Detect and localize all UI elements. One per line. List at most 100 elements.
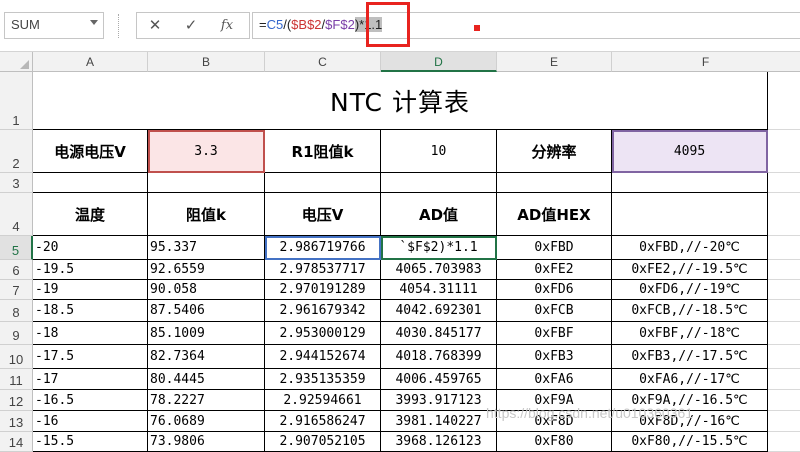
table-cell[interactable]: 2.92594661 xyxy=(265,390,381,411)
table-cell[interactable]: 0xFE2,//-19.5℃ xyxy=(612,260,768,280)
table-cell[interactable]: 0xFBF,//-18℃ xyxy=(612,322,768,345)
table-cell[interactable]: 0xFD6 xyxy=(497,280,612,300)
active-cell-d5[interactable]: `$F$2)*1.1 xyxy=(381,236,497,260)
empty-cell[interactable] xyxy=(768,390,800,411)
empty-cell[interactable] xyxy=(768,193,800,236)
table-header-cell[interactable]: 阻值k xyxy=(148,193,265,236)
row-header-4[interactable]: 4 xyxy=(0,193,33,236)
table-cell[interactable]: 0xFCB,//-18.5℃ xyxy=(612,300,768,322)
param-label-resolution[interactable]: 分辨率 xyxy=(497,130,612,173)
sheet-title[interactable]: NTC 计算表 xyxy=(33,72,768,130)
empty-cell[interactable] xyxy=(768,369,800,390)
table-cell[interactable]: 82.7364 xyxy=(148,345,265,369)
row-header-6[interactable]: 6 xyxy=(0,260,33,280)
table-cell[interactable]: 76.0689 xyxy=(148,411,265,432)
table-cell[interactable]: 3981.140227 xyxy=(381,411,497,432)
column-header-a[interactable]: A xyxy=(33,52,148,72)
empty-cell[interactable] xyxy=(768,130,800,173)
column-header-b[interactable]: B xyxy=(148,52,265,72)
table-cell[interactable]: 80.4445 xyxy=(148,369,265,390)
table-header-cell[interactable]: 电压V xyxy=(265,193,381,236)
row-header-2[interactable]: 2 xyxy=(0,130,33,173)
table-cell[interactable]: 0xFBF xyxy=(497,322,612,345)
empty-cell[interactable] xyxy=(497,173,612,193)
table-cell[interactable]: -20 xyxy=(33,236,148,260)
empty-cell[interactable] xyxy=(768,236,800,260)
row-header-10[interactable]: 10 xyxy=(0,345,33,369)
table-cell[interactable]: 4065.703983 xyxy=(381,260,497,280)
table-cell[interactable]: 0xFB3 xyxy=(497,345,612,369)
table-cell[interactable]: -18.5 xyxy=(33,300,148,322)
empty-cell[interactable] xyxy=(768,345,800,369)
table-cell[interactable]: 2.978537717 xyxy=(265,260,381,280)
table-cell[interactable]: 0xFB3,//-17.5℃ xyxy=(612,345,768,369)
table-cell[interactable]: 2.935135359 xyxy=(265,369,381,390)
table-cell[interactable]: 0xF80 xyxy=(497,432,612,452)
table-cell[interactable]: 92.6559 xyxy=(148,260,265,280)
table-cell[interactable]: 2.961679342 xyxy=(265,300,381,322)
param-value-r1[interactable]: 10 xyxy=(381,130,497,173)
empty-cell[interactable] xyxy=(768,322,800,345)
table-cell[interactable]: 85.1009 xyxy=(148,322,265,345)
empty-cell[interactable] xyxy=(148,173,265,193)
column-header-d[interactable]: D xyxy=(381,52,497,72)
param-label-voltage[interactable]: 电源电压V xyxy=(33,130,148,173)
insert-function-icon[interactable]: fx xyxy=(210,12,244,39)
table-cell[interactable]: 0xFBD xyxy=(497,236,612,260)
table-cell[interactable]: 4030.845177 xyxy=(381,322,497,345)
empty-cell[interactable] xyxy=(612,173,768,193)
table-cell[interactable]: 0xF80,//-15.5℃ xyxy=(612,432,768,452)
empty-cell[interactable] xyxy=(768,72,800,130)
table-cell[interactable]: -18 xyxy=(33,322,148,345)
param-label-r1[interactable]: R1阻值k xyxy=(265,130,381,173)
table-cell[interactable]: 2.907052105 xyxy=(265,432,381,452)
table-cell[interactable]: 0xFCB xyxy=(497,300,612,322)
empty-cell[interactable] xyxy=(768,300,800,322)
empty-cell[interactable] xyxy=(768,280,800,300)
table-cell[interactable]: 73.9806 xyxy=(148,432,265,452)
table-cell[interactable]: 0xFA6,//-17℃ xyxy=(612,369,768,390)
name-box[interactable]: SUM xyxy=(4,12,104,39)
table-cell[interactable]: 2.970191289 xyxy=(265,280,381,300)
table-cell[interactable]: 3993.917123 xyxy=(381,390,497,411)
table-cell[interactable]: 2.986719766 xyxy=(265,236,381,260)
empty-cell[interactable] xyxy=(381,173,497,193)
table-cell[interactable]: -16.5 xyxy=(33,390,148,411)
table-cell[interactable]: -19.5 xyxy=(33,260,148,280)
select-all-icon[interactable] xyxy=(20,60,29,69)
table-cell[interactable]: 0xFA6 xyxy=(497,369,612,390)
table-cell[interactable]: 87.5406 xyxy=(148,300,265,322)
table-cell[interactable]: 90.058 xyxy=(148,280,265,300)
row-header-9[interactable]: 9 xyxy=(0,322,33,345)
table-header-cell[interactable]: AD值HEX xyxy=(497,193,612,236)
row-header-1[interactable]: 1 xyxy=(0,72,33,130)
table-cell[interactable]: -19 xyxy=(33,280,148,300)
table-cell[interactable]: -15.5 xyxy=(33,432,148,452)
param-value-voltage[interactable]: 3.3 xyxy=(148,130,265,173)
table-cell[interactable]: 0xFD6,//-19℃ xyxy=(612,280,768,300)
cancel-icon[interactable]: ✕ xyxy=(138,12,172,39)
param-value-resolution[interactable]: 4095 xyxy=(612,130,768,173)
table-cell[interactable]: 3968.126123 xyxy=(381,432,497,452)
row-header-13[interactable]: 13 xyxy=(0,411,33,432)
table-header-cell[interactable]: AD值 xyxy=(381,193,497,236)
row-header-14[interactable]: 14 xyxy=(0,432,33,452)
table-cell[interactable]: 95.337 xyxy=(148,236,265,260)
row-header-3[interactable]: 3 xyxy=(0,173,33,193)
table-cell[interactable]: 0xFBD,//-20℃ xyxy=(612,236,768,260)
table-header-cell[interactable] xyxy=(612,193,768,236)
column-header-e[interactable]: E xyxy=(497,52,612,72)
table-cell[interactable]: 2.916586247 xyxy=(265,411,381,432)
empty-cell[interactable] xyxy=(33,173,148,193)
table-cell[interactable]: 4018.768399 xyxy=(381,345,497,369)
table-cell[interactable]: 2.953000129 xyxy=(265,322,381,345)
table-cell[interactable]: -16 xyxy=(33,411,148,432)
empty-cell[interactable] xyxy=(768,173,800,193)
table-cell[interactable]: 4054.31111 xyxy=(381,280,497,300)
table-cell[interactable]: 78.2227 xyxy=(148,390,265,411)
row-header-5[interactable]: 5 xyxy=(0,236,33,260)
table-cell[interactable]: 0xFE2 xyxy=(497,260,612,280)
table-cell[interactable]: 4006.459765 xyxy=(381,369,497,390)
chevron-down-icon[interactable] xyxy=(90,20,98,25)
column-header-c[interactable]: C xyxy=(265,52,381,72)
